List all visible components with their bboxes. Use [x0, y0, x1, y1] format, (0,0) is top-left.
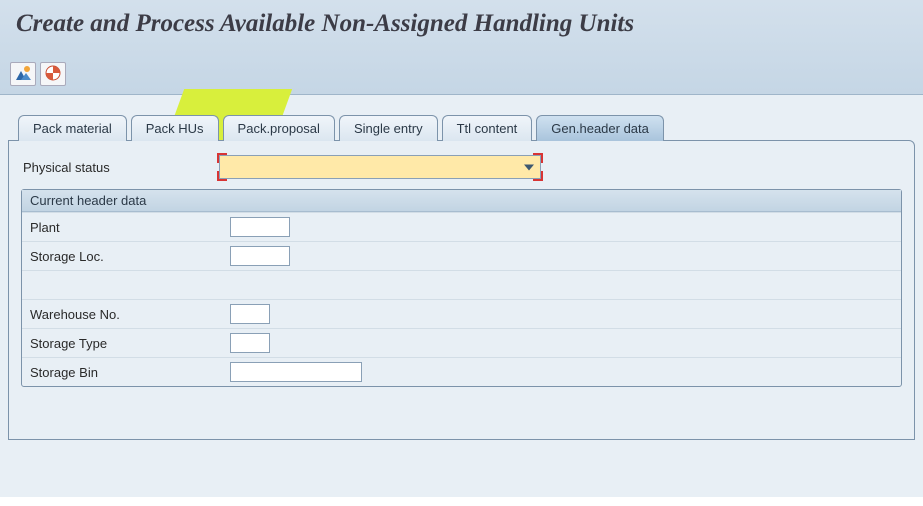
plant-input[interactable]: [230, 217, 290, 237]
app-body: Pack material Pack HUs Pack.proposal Sin…: [0, 95, 923, 497]
tab-pack-material[interactable]: Pack material: [18, 115, 127, 141]
tab-pack-hus[interactable]: Pack HUs: [131, 115, 219, 141]
tab-panel-gen-header: Physical status Current header data Plan…: [8, 140, 915, 440]
tab-label: Gen.header data: [551, 121, 649, 136]
physical-status-select[interactable]: [219, 155, 541, 179]
tab-pack-proposal[interactable]: Pack.proposal: [223, 115, 335, 141]
warehouse-no-input[interactable]: [230, 304, 270, 324]
tab-label: Pack HUs: [146, 121, 204, 136]
tab-ttl-content[interactable]: Ttl content: [442, 115, 533, 141]
tab-single-entry[interactable]: Single entry: [339, 115, 438, 141]
row-storage-bin: Storage Bin: [22, 357, 901, 386]
plant-label: Plant: [30, 220, 230, 235]
storage-loc-label: Storage Loc.: [30, 249, 230, 264]
mountain-sun-icon: [14, 65, 32, 84]
target-icon: [44, 65, 62, 84]
row-storage-loc: Storage Loc.: [22, 241, 901, 270]
physical-status-row: Physical status: [23, 155, 904, 179]
current-header-data-group: Current header data Plant Storage Loc. W…: [21, 189, 902, 387]
row-warehouse-no: Warehouse No.: [22, 299, 901, 328]
tab-gen-header-data[interactable]: Gen.header data: [536, 115, 664, 141]
group-title: Current header data: [22, 190, 901, 212]
storage-bin-input[interactable]: [230, 362, 362, 382]
storage-type-label: Storage Type: [30, 336, 230, 351]
row-storage-type: Storage Type: [22, 328, 901, 357]
tab-label: Single entry: [354, 121, 423, 136]
storage-type-input[interactable]: [230, 333, 270, 353]
physical-status-label: Physical status: [23, 160, 219, 175]
row-plant: Plant: [22, 212, 901, 241]
tab-label: Ttl content: [457, 121, 518, 136]
toolbar: [0, 62, 923, 94]
tab-label: Pack material: [33, 121, 112, 136]
physical-status-select-wrapper: [219, 155, 541, 179]
toolbar-button-1[interactable]: [10, 62, 36, 86]
tabstrip: Pack material Pack HUs Pack.proposal Sin…: [0, 115, 923, 141]
storage-loc-input[interactable]: [230, 246, 290, 266]
spacer: [22, 270, 901, 299]
warehouse-no-label: Warehouse No.: [30, 307, 230, 322]
toolbar-button-2[interactable]: [40, 62, 66, 86]
page-title: Create and Process Available Non-Assigne…: [0, 0, 923, 62]
tab-label: Pack.proposal: [238, 121, 320, 136]
storage-bin-label: Storage Bin: [30, 365, 230, 380]
header-area: Create and Process Available Non-Assigne…: [0, 0, 923, 95]
